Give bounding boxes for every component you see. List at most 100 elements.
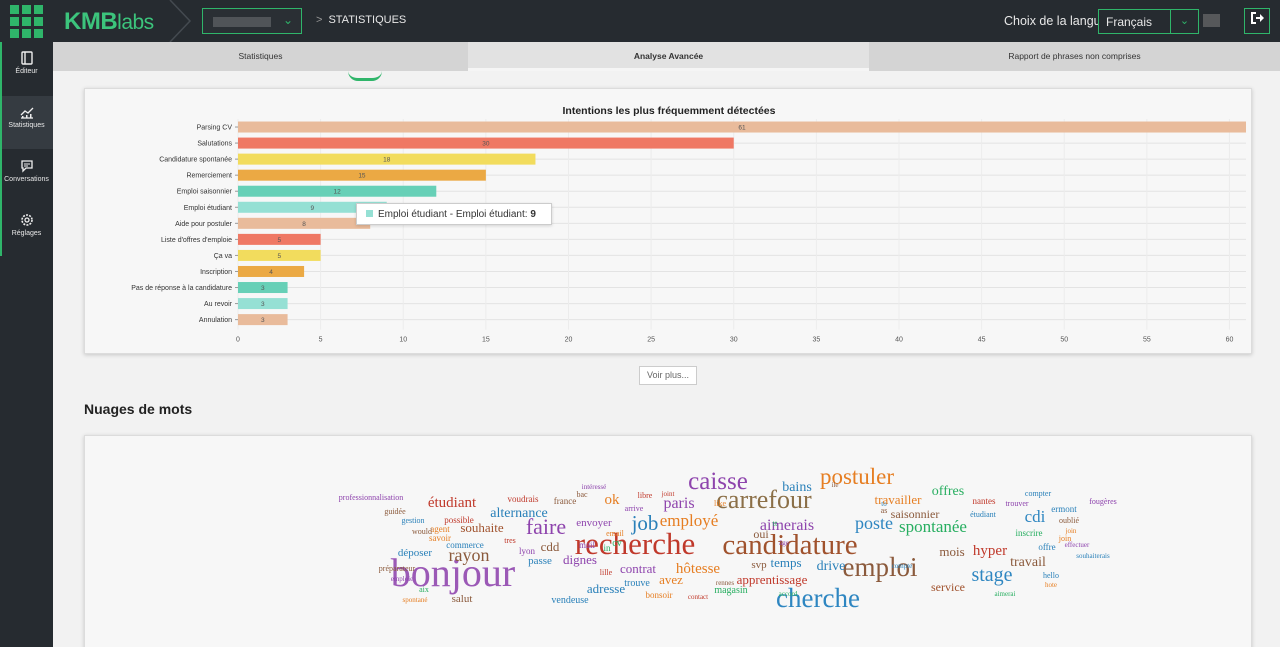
data-label: 30	[482, 141, 490, 148]
wordcloud-word: envoyer	[576, 517, 612, 529]
y-tick-label: Emploi étudiant	[184, 205, 232, 212]
wordcloud-word: bonsoir	[646, 590, 673, 600]
wordcloud-word: voudrais	[508, 494, 539, 504]
wordcloud-word: dignes	[563, 552, 597, 567]
wordcloud-word: accord	[779, 590, 798, 598]
wordcloud-word: in	[603, 543, 611, 553]
wordcloud-word: cv	[612, 538, 621, 549]
x-tick-label: 60	[1226, 337, 1234, 344]
wordcloud-word: offres	[932, 484, 964, 499]
wordcloud-word: tt	[773, 519, 778, 528]
chevron-down-icon[interactable]: ⌄	[1170, 10, 1198, 33]
bot-selector[interactable]: ⌄	[202, 8, 302, 34]
logout-icon	[1251, 12, 1264, 24]
tab-statistiques[interactable]: Statistiques	[53, 42, 468, 71]
chart-tooltip: Emploi étudiant - Emploi étudiant: 9	[356, 203, 552, 225]
tooltip-value: 9	[530, 209, 536, 220]
wordcloud-word: poste	[855, 513, 893, 533]
wordcloud-word: joint	[661, 490, 675, 498]
wordcloud-word: saisonnier	[891, 507, 940, 521]
breadcrumb-current: STATISTIQUES	[328, 14, 407, 26]
wordcloud-word: oublié	[1059, 516, 1079, 525]
sidebar-item-label: Réglages	[11, 230, 42, 237]
wordcloud-word: contrat	[620, 561, 656, 576]
wordcloud-word: would	[412, 527, 432, 536]
wordcloud-word: vendeuse	[551, 595, 589, 606]
wordcloud-word: ile	[832, 481, 839, 489]
breadcrumb-separator-icon	[169, 0, 192, 42]
y-tick-label: Pas de réponse à la candidature	[131, 285, 232, 292]
wordcloud-word: avez	[659, 572, 683, 587]
wordcloud-word: souhaiterais	[1076, 552, 1110, 560]
sidebar-accent	[0, 42, 2, 256]
x-tick-label: 30	[730, 337, 738, 344]
wordcloud-word: ok	[605, 492, 621, 508]
sidebar-item-statistics[interactable]: Statistiques	[0, 96, 53, 149]
editor-icon	[20, 51, 33, 65]
x-tick-label: 10	[399, 337, 407, 344]
wordcloud-word: aix	[419, 585, 429, 594]
data-label: 4	[269, 269, 273, 276]
wordcloud-word: alternance	[490, 506, 548, 521]
wordcloud-word: arrive	[625, 504, 644, 513]
wordcloud-word: mois	[939, 544, 964, 559]
wordcloud-word: travail	[1010, 555, 1046, 570]
sidebar-item-settings[interactable]: Réglages	[0, 204, 53, 257]
wordcloud-word: oui	[753, 527, 769, 541]
x-tick-label: 15	[482, 337, 490, 344]
wordcloud-word: lille	[600, 568, 613, 577]
wordcloud-word: compte	[892, 562, 913, 570]
user-avatar-redacted[interactable]	[1203, 14, 1220, 27]
sidebar-item-conversations[interactable]: Conversations	[0, 150, 53, 203]
tab-rapport-phrases[interactable]: Rapport de phrases non comprises	[869, 42, 1280, 71]
wordcloud-word: déposer	[398, 547, 433, 559]
data-label: 15	[358, 173, 366, 180]
wordcloud-word: gestion	[401, 516, 424, 525]
sidebar-item-editor[interactable]: Éditeur	[0, 42, 53, 95]
tooltip-swatch	[365, 209, 374, 218]
x-tick-label: 35	[812, 337, 820, 344]
wordcloud-word: inscrire	[1016, 528, 1043, 538]
app-logo[interactable]: KMBlabs	[64, 8, 154, 36]
data-label: 9	[311, 205, 315, 212]
data-label: 18	[383, 157, 391, 164]
wordcloud-word: hyper	[973, 543, 1007, 559]
wordcloud-word: étudiant	[970, 510, 997, 519]
wordcloud-word: svp	[751, 559, 767, 571]
wordcloud-word: like	[714, 499, 726, 508]
language-select[interactable]: Français ⌄	[1098, 9, 1199, 34]
wordcloud-word: stage	[971, 564, 1012, 586]
toggle-switch[interactable]	[348, 71, 382, 81]
wordcloud-word: caisse	[688, 468, 748, 495]
chat-icon	[20, 160, 33, 173]
y-tick-label: Remerciement	[186, 173, 232, 180]
wordcloud-word: compter	[1025, 489, 1052, 498]
wordcloud-word: lyon	[519, 546, 536, 556]
wordcloud-word: cdi	[1025, 507, 1046, 526]
x-tick-label: 50	[1060, 337, 1068, 344]
wordcloud-word: trouve	[624, 578, 650, 589]
wordcloud-word: passe	[528, 555, 552, 567]
wordcloud-word: job	[631, 511, 659, 535]
data-label: 12	[334, 189, 342, 196]
wordcloud-word: to	[881, 500, 887, 508]
wordcloud-word: tres	[504, 536, 516, 545]
y-tick-label: Parsing CV	[197, 125, 233, 132]
wordcloud-word: fougères	[1089, 497, 1117, 506]
wordcloud-word: mail	[579, 540, 595, 550]
data-label: 3	[261, 285, 265, 292]
wordcloud-word: agent	[430, 524, 450, 534]
intents-bar-chart: Intentions les plus fréquemment détectée…	[131, 105, 1246, 344]
x-tick-label: 25	[647, 337, 655, 344]
data-label: 61	[738, 125, 746, 132]
wordcloud-word: hello	[1043, 571, 1059, 580]
wordcloud-word: email	[606, 529, 625, 538]
apps-grid-icon[interactable]	[10, 5, 43, 38]
tab-analyse-avancee[interactable]: Analyse Avancée	[468, 42, 869, 71]
logout-button[interactable]	[1244, 8, 1270, 34]
wordcloud-word: join	[1065, 527, 1077, 535]
language-label: Choix de la langue:	[1004, 14, 1112, 28]
sidebar: Éditeur Statistiques Conversations Régla…	[0, 42, 53, 647]
wordcloud-word: adresse	[587, 581, 625, 596]
see-more-button[interactable]: Voir plus...	[639, 366, 697, 385]
